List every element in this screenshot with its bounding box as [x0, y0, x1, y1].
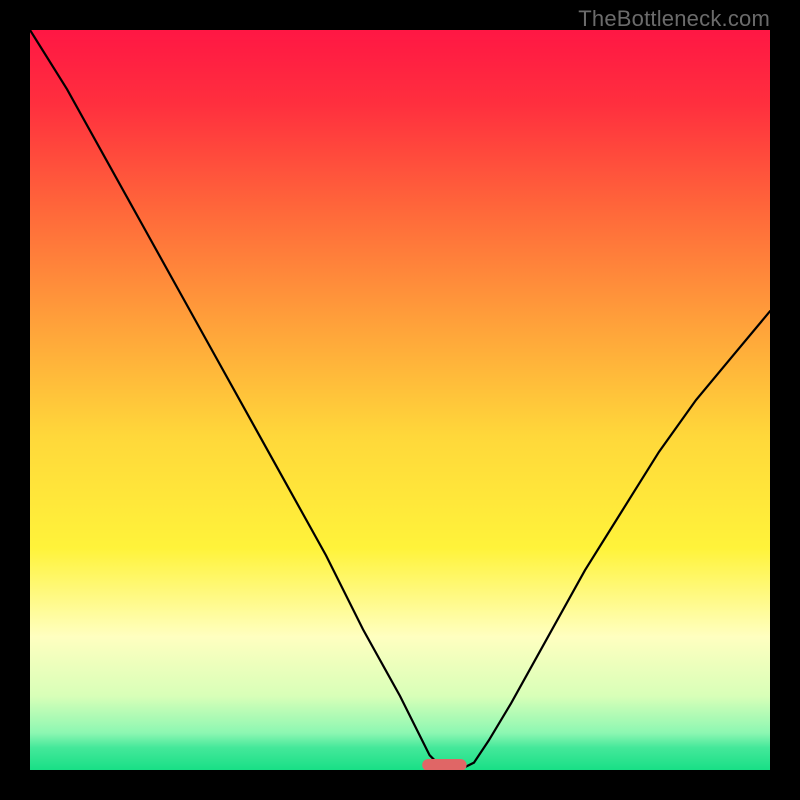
watermark-text: TheBottleneck.com: [578, 6, 770, 32]
chart-svg: [30, 30, 770, 770]
bottleneck-chart: [30, 30, 770, 770]
optimal-marker: [422, 759, 466, 770]
gradient-background: [30, 30, 770, 770]
